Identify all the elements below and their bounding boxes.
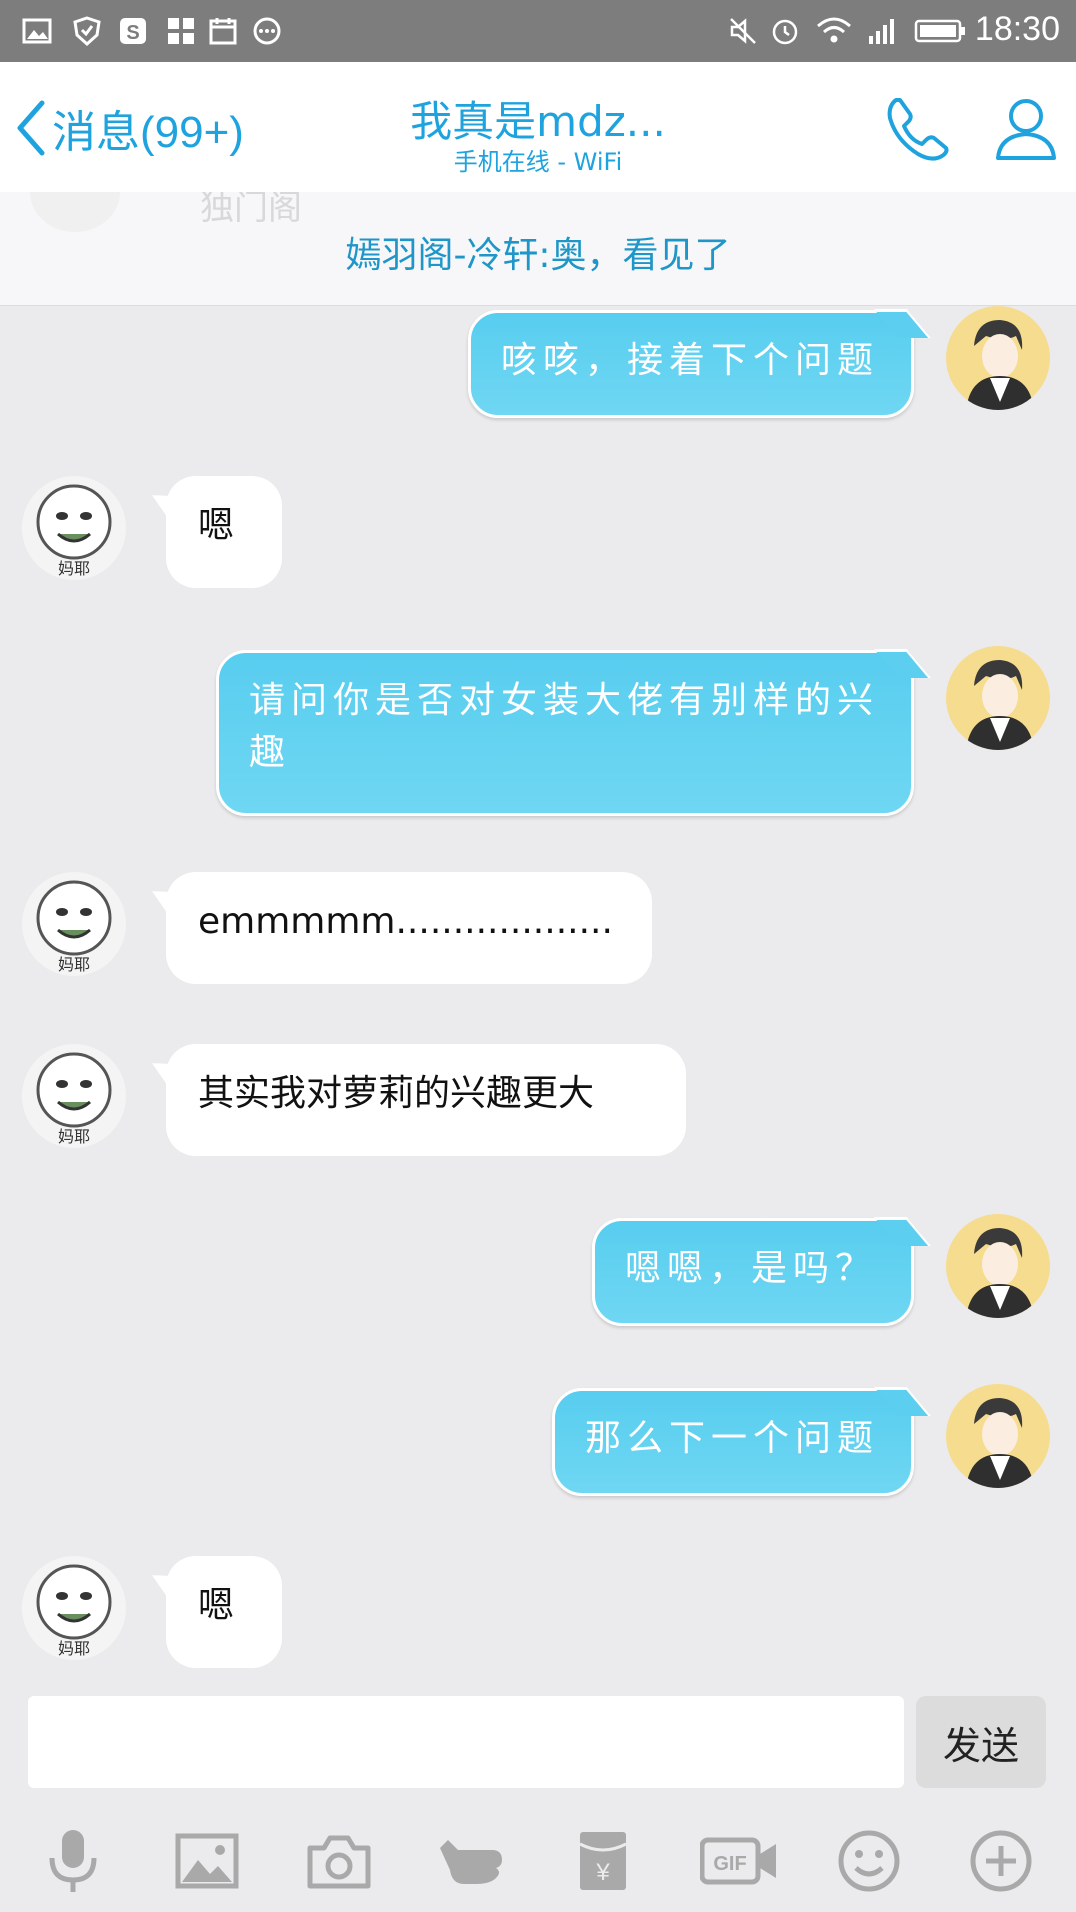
gif-icon: GIF <box>699 1837 776 1885</box>
image-icon <box>175 1833 239 1889</box>
message-text: 请问你是否对女装大佬有别样的兴趣 <box>249 680 880 773</box>
send-button[interactable]: 发送 <box>916 1696 1046 1788</box>
my-avatar[interactable] <box>946 306 1050 410</box>
poke-button[interactable] <box>436 1826 506 1896</box>
message-list[interactable]: 咳咳，接着下个问题 妈耶 嗯 请问你是否对女装大佬有别样的兴趣 妈耶 emmmm… <box>0 306 1076 1696</box>
message-bubble-received[interactable]: emmmmm................... <box>166 872 652 984</box>
message-text: 咳咳，接着下个问题 <box>501 340 880 381</box>
avatar-caption: 妈耶 <box>58 1639 90 1658</box>
sogou-notification-icon: S <box>120 18 146 44</box>
red-packet-button[interactable]: ¥ <box>568 1826 638 1896</box>
anime-boy-avatar-icon <box>966 1398 1034 1488</box>
scrolled-text: 独门阁 <box>200 192 302 228</box>
message-bubble-received[interactable]: 嗯 <box>166 476 282 588</box>
meme-face-avatar-icon: 妈耶 <box>36 1564 112 1658</box>
my-avatar[interactable] <box>946 1384 1050 1488</box>
message-bubble-sent[interactable]: 咳咳，接着下个问题 <box>468 310 914 418</box>
svg-text:¥: ¥ <box>595 1859 610 1886</box>
message-bubble-received[interactable]: 嗯 <box>166 1556 282 1668</box>
message-text: emmmmm................... <box>198 901 613 942</box>
contact-avatar[interactable]: 妈耶 <box>22 1556 126 1660</box>
poke-icon <box>440 1840 502 1884</box>
svg-text:S: S <box>126 22 139 44</box>
message-bubble-received[interactable]: 其实我对萝莉的兴趣更大 <box>166 1044 686 1156</box>
signal-icon <box>869 19 894 44</box>
svg-text:GIF: GIF <box>713 1853 746 1875</box>
anime-boy-avatar-icon <box>966 660 1034 750</box>
clock: 18:30 <box>974 10 1060 48</box>
gif-button[interactable]: GIF <box>699 1826 780 1896</box>
contact-avatar[interactable]: 妈耶 <box>22 476 126 580</box>
message-text: 嗯 <box>198 1585 235 1626</box>
my-avatar[interactable] <box>946 1214 1050 1318</box>
contact-avatar[interactable]: 妈耶 <box>22 1044 126 1148</box>
message-text: 那么下一个问题 <box>585 1418 880 1459</box>
contact-avatar[interactable]: 妈耶 <box>22 872 126 976</box>
notice-text: 嫣羽阁-冷轩:奥，看见了 <box>345 235 731 276</box>
voice-button[interactable] <box>38 1826 108 1896</box>
avatar-caption: 妈耶 <box>58 955 90 974</box>
avatar-caption: 妈耶 <box>58 559 90 578</box>
status-bar: S 18:30 <box>0 0 1076 62</box>
avatar-caption: 妈耶 <box>58 1127 90 1146</box>
meme-face-avatar-icon: 妈耶 <box>36 484 112 578</box>
gallery-notification-icon <box>22 18 52 44</box>
my-avatar[interactable] <box>946 646 1050 750</box>
camera-button[interactable] <box>304 1826 374 1896</box>
phone-call-icon[interactable] <box>882 92 954 164</box>
battery-icon <box>914 19 965 43</box>
anime-boy-avatar-icon <box>966 1228 1034 1318</box>
wifi-icon <box>817 17 851 43</box>
message-input[interactable] <box>28 1696 904 1788</box>
apps-notification-icon <box>168 18 194 44</box>
composer: 发送 ¥ GIF <box>0 1696 1076 1912</box>
emoji-button[interactable] <box>834 1826 904 1896</box>
message-bubble-sent[interactable]: 请问你是否对女装大佬有别样的兴趣 <box>216 650 914 816</box>
anime-boy-avatar-icon <box>966 320 1034 410</box>
photo-button[interactable] <box>172 1826 242 1896</box>
calendar-notification-icon <box>209 18 237 45</box>
shield-notification-icon <box>73 16 101 46</box>
plus-icon <box>970 1830 1032 1892</box>
message-text: 嗯 <box>198 505 235 546</box>
profile-icon[interactable] <box>990 92 1062 164</box>
red-packet-icon: ¥ <box>579 1832 627 1890</box>
chat-header: 消息(99+) 我真是mdz... 手机在线 - WiFi <box>0 62 1076 192</box>
alarm-icon <box>772 19 798 45</box>
message-bubble-sent[interactable]: 嗯嗯，是吗？ <box>592 1218 914 1326</box>
more-notification-icon <box>253 17 281 45</box>
message-text: 嗯嗯，是吗？ <box>625 1248 878 1289</box>
mute-icon <box>730 18 756 44</box>
camera-icon <box>307 1835 371 1889</box>
microphone-icon <box>49 1830 97 1892</box>
more-button[interactable] <box>966 1826 1036 1896</box>
meme-face-avatar-icon: 妈耶 <box>36 1052 112 1146</box>
meme-face-avatar-icon: 妈耶 <box>36 880 112 974</box>
message-text: 其实我对萝莉的兴趣更大 <box>198 1073 595 1114</box>
message-bubble-sent[interactable]: 那么下一个问题 <box>552 1388 914 1496</box>
emoji-icon <box>838 1830 900 1892</box>
group-notice-banner[interactable]: 独门阁 嫣羽阁-冷轩:奥，看见了 <box>0 192 1076 306</box>
